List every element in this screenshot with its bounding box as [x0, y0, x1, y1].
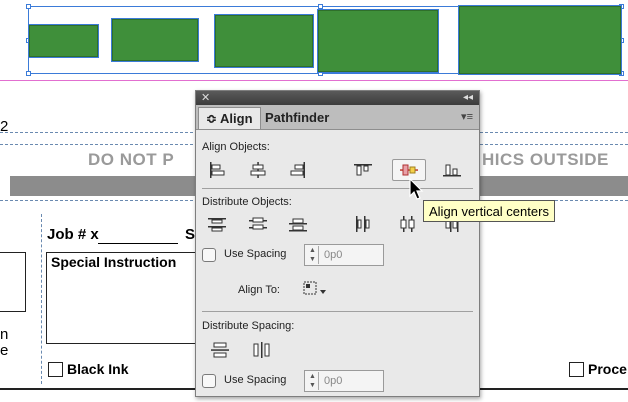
tab-pathfinder[interactable]: Pathfinder: [258, 107, 336, 129]
left-edge-2: 2: [0, 118, 9, 135]
selection-handle-bottom-left[interactable]: [26, 71, 31, 76]
align-horizontal-centers-icon[interactable]: [248, 161, 268, 179]
collapse-icon[interactable]: ◂◂: [463, 91, 473, 105]
spacing-input[interactable]: ▲ ▼ 0p0: [304, 244, 384, 266]
rectangle-frame-1: [28, 24, 99, 58]
align-bottom-edges-icon[interactable]: [442, 161, 462, 179]
align-to-selection-icon[interactable]: [302, 280, 328, 298]
align-right-edges-icon[interactable]: [288, 161, 308, 179]
rectangle-frame-5: [458, 5, 622, 75]
margin-guide: [0, 80, 628, 81]
distribute-top-edges-icon[interactable]: [207, 215, 227, 233]
use-spacing-label-2: Use Spacing: [224, 374, 287, 386]
black-ink-checkbox[interactable]: [48, 362, 63, 377]
align-top-edges-icon[interactable]: [353, 161, 373, 179]
tab-align-label: Align: [220, 111, 253, 126]
process-checkbox[interactable]: [569, 362, 584, 377]
left-box: [0, 252, 26, 312]
panel-menu-icon[interactable]: ▾≡: [461, 110, 473, 123]
panel-tabbar: ≎ Align Pathfinder ▾≡: [196, 105, 479, 130]
band-text-left: DO NOT P: [88, 150, 175, 169]
align-vertical-centers-icon: [400, 164, 418, 176]
distribute-horizontal-space-icon[interactable]: [252, 341, 272, 359]
black-ink-label: Black Ink: [67, 361, 129, 377]
use-spacing-checkbox-2[interactable]: [202, 374, 216, 388]
band-text-right: HICS OUTSIDE: [482, 150, 609, 169]
separator-2: [202, 311, 473, 312]
spacing-value-2: 0p0: [324, 375, 343, 387]
dashed-frame-vertical: [41, 214, 42, 384]
left-label-n: n: [0, 326, 9, 343]
close-icon[interactable]: ✕: [201, 91, 210, 105]
rectangle-frame-2: [111, 18, 199, 62]
job-s-label: S: [185, 226, 196, 243]
panel-titlebar[interactable]: ✕ ◂◂: [196, 91, 479, 105]
rectangle-frame-4: [317, 9, 439, 73]
distribute-horizontal-centers-icon[interactable]: [398, 215, 418, 233]
tab-pathfinder-label: Pathfinder: [265, 110, 330, 125]
spacing-input-2[interactable]: ▲ ▼ 0p0: [304, 370, 384, 392]
distribute-vertical-centers-icon[interactable]: [248, 215, 268, 233]
distribute-bottom-edges-icon[interactable]: [288, 215, 308, 233]
separator-1: [202, 188, 473, 189]
special-instructions-label: Special Instruction: [51, 254, 177, 270]
distribute-spacing-label: Distribute Spacing:: [202, 320, 295, 332]
align-left-edges-icon[interactable]: [207, 161, 227, 179]
use-spacing-label: Use Spacing: [224, 248, 287, 260]
align-panel: ✕ ◂◂ ≎ Align Pathfinder ▾≡ Align Objects…: [195, 90, 480, 397]
job-number-label: Job # x: [47, 226, 99, 243]
distribute-objects-label: Distribute Objects:: [202, 196, 292, 208]
align-to-label: Align To:: [238, 284, 280, 296]
distribute-vertical-space-icon[interactable]: [210, 341, 230, 359]
use-spacing-checkbox[interactable]: [202, 248, 216, 262]
spacing-value: 0p0: [324, 249, 343, 261]
tab-align[interactable]: ≎ Align: [198, 107, 261, 129]
tab-align-toggle-icon: ≎: [206, 111, 217, 126]
spinner-arrows-icon-2[interactable]: ▲ ▼: [307, 372, 319, 390]
rectangle-frame-3: [214, 14, 314, 68]
selection-handle-top-left[interactable]: [26, 4, 31, 9]
align-objects-label: Align Objects:: [202, 141, 270, 153]
process-label: Proce: [588, 361, 627, 377]
job-number-underline: [98, 243, 178, 244]
spinner-arrows-icon[interactable]: ▲ ▼: [307, 246, 319, 264]
distribute-left-edges-icon[interactable]: [353, 215, 373, 233]
left-label-e: e: [0, 342, 9, 359]
mouse-pointer-icon: [409, 178, 424, 200]
tooltip-align-vertical-centers: Align vertical centers: [423, 200, 555, 222]
